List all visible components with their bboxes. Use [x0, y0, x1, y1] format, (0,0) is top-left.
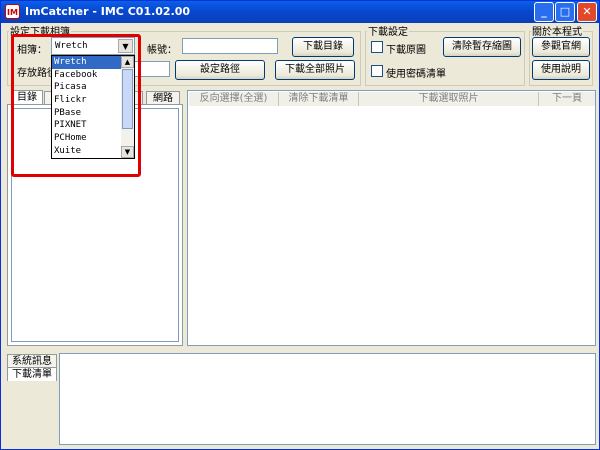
- set-path-button[interactable]: 設定路徑: [175, 60, 265, 80]
- download-all-button[interactable]: 下載全部照片: [275, 60, 355, 80]
- clear-cache-button[interactable]: 清除暫存縮圖: [443, 37, 521, 57]
- highlight-box: [11, 34, 141, 177]
- about-group-label: 關於本程式: [531, 23, 583, 38]
- help-button[interactable]: 使用說明: [532, 60, 590, 80]
- original-checkbox-label: 下載原圖: [386, 45, 426, 56]
- download-list-button[interactable]: 下載目錄: [292, 37, 354, 57]
- download-selected-button[interactable]: 下載選取照片: [359, 92, 539, 106]
- close-button[interactable]: ✕: [577, 2, 597, 22]
- invert-select-button[interactable]: 反向選擇(全選): [189, 92, 279, 106]
- tab-download-list[interactable]: 下載清單: [7, 367, 57, 381]
- account-label: 帳號：: [147, 45, 177, 56]
- original-checkbox[interactable]: [371, 41, 383, 53]
- minimize-button[interactable]: _: [534, 2, 554, 22]
- tab-system-messages[interactable]: 系統訊息: [7, 354, 57, 368]
- window-title: ImCatcher - IMC C01.02.00: [25, 5, 191, 18]
- password-checkbox[interactable]: [371, 65, 383, 77]
- tab-network[interactable]: 網路: [146, 91, 180, 105]
- title-bar[interactable]: IM ImCatcher - IMC C01.02.00 _ □ ✕: [1, 1, 599, 23]
- account-input[interactable]: [182, 38, 278, 54]
- next-page-button[interactable]: 下一頁: [539, 92, 595, 106]
- password-checkbox-label: 使用密碼清單: [386, 69, 446, 80]
- app-window: IM ImCatcher - IMC C01.02.00 _ □ ✕ 設定下載相…: [0, 0, 600, 450]
- download-settings-label: 下載設定: [367, 23, 409, 38]
- visit-website-button[interactable]: 參觀官網: [532, 37, 590, 57]
- message-log-panel[interactable]: [59, 353, 596, 445]
- app-icon: IM: [5, 4, 20, 19]
- maximize-button[interactable]: □: [555, 2, 575, 22]
- clear-download-button[interactable]: 清除下載清單: [279, 92, 359, 106]
- photo-panel[interactable]: [187, 90, 596, 346]
